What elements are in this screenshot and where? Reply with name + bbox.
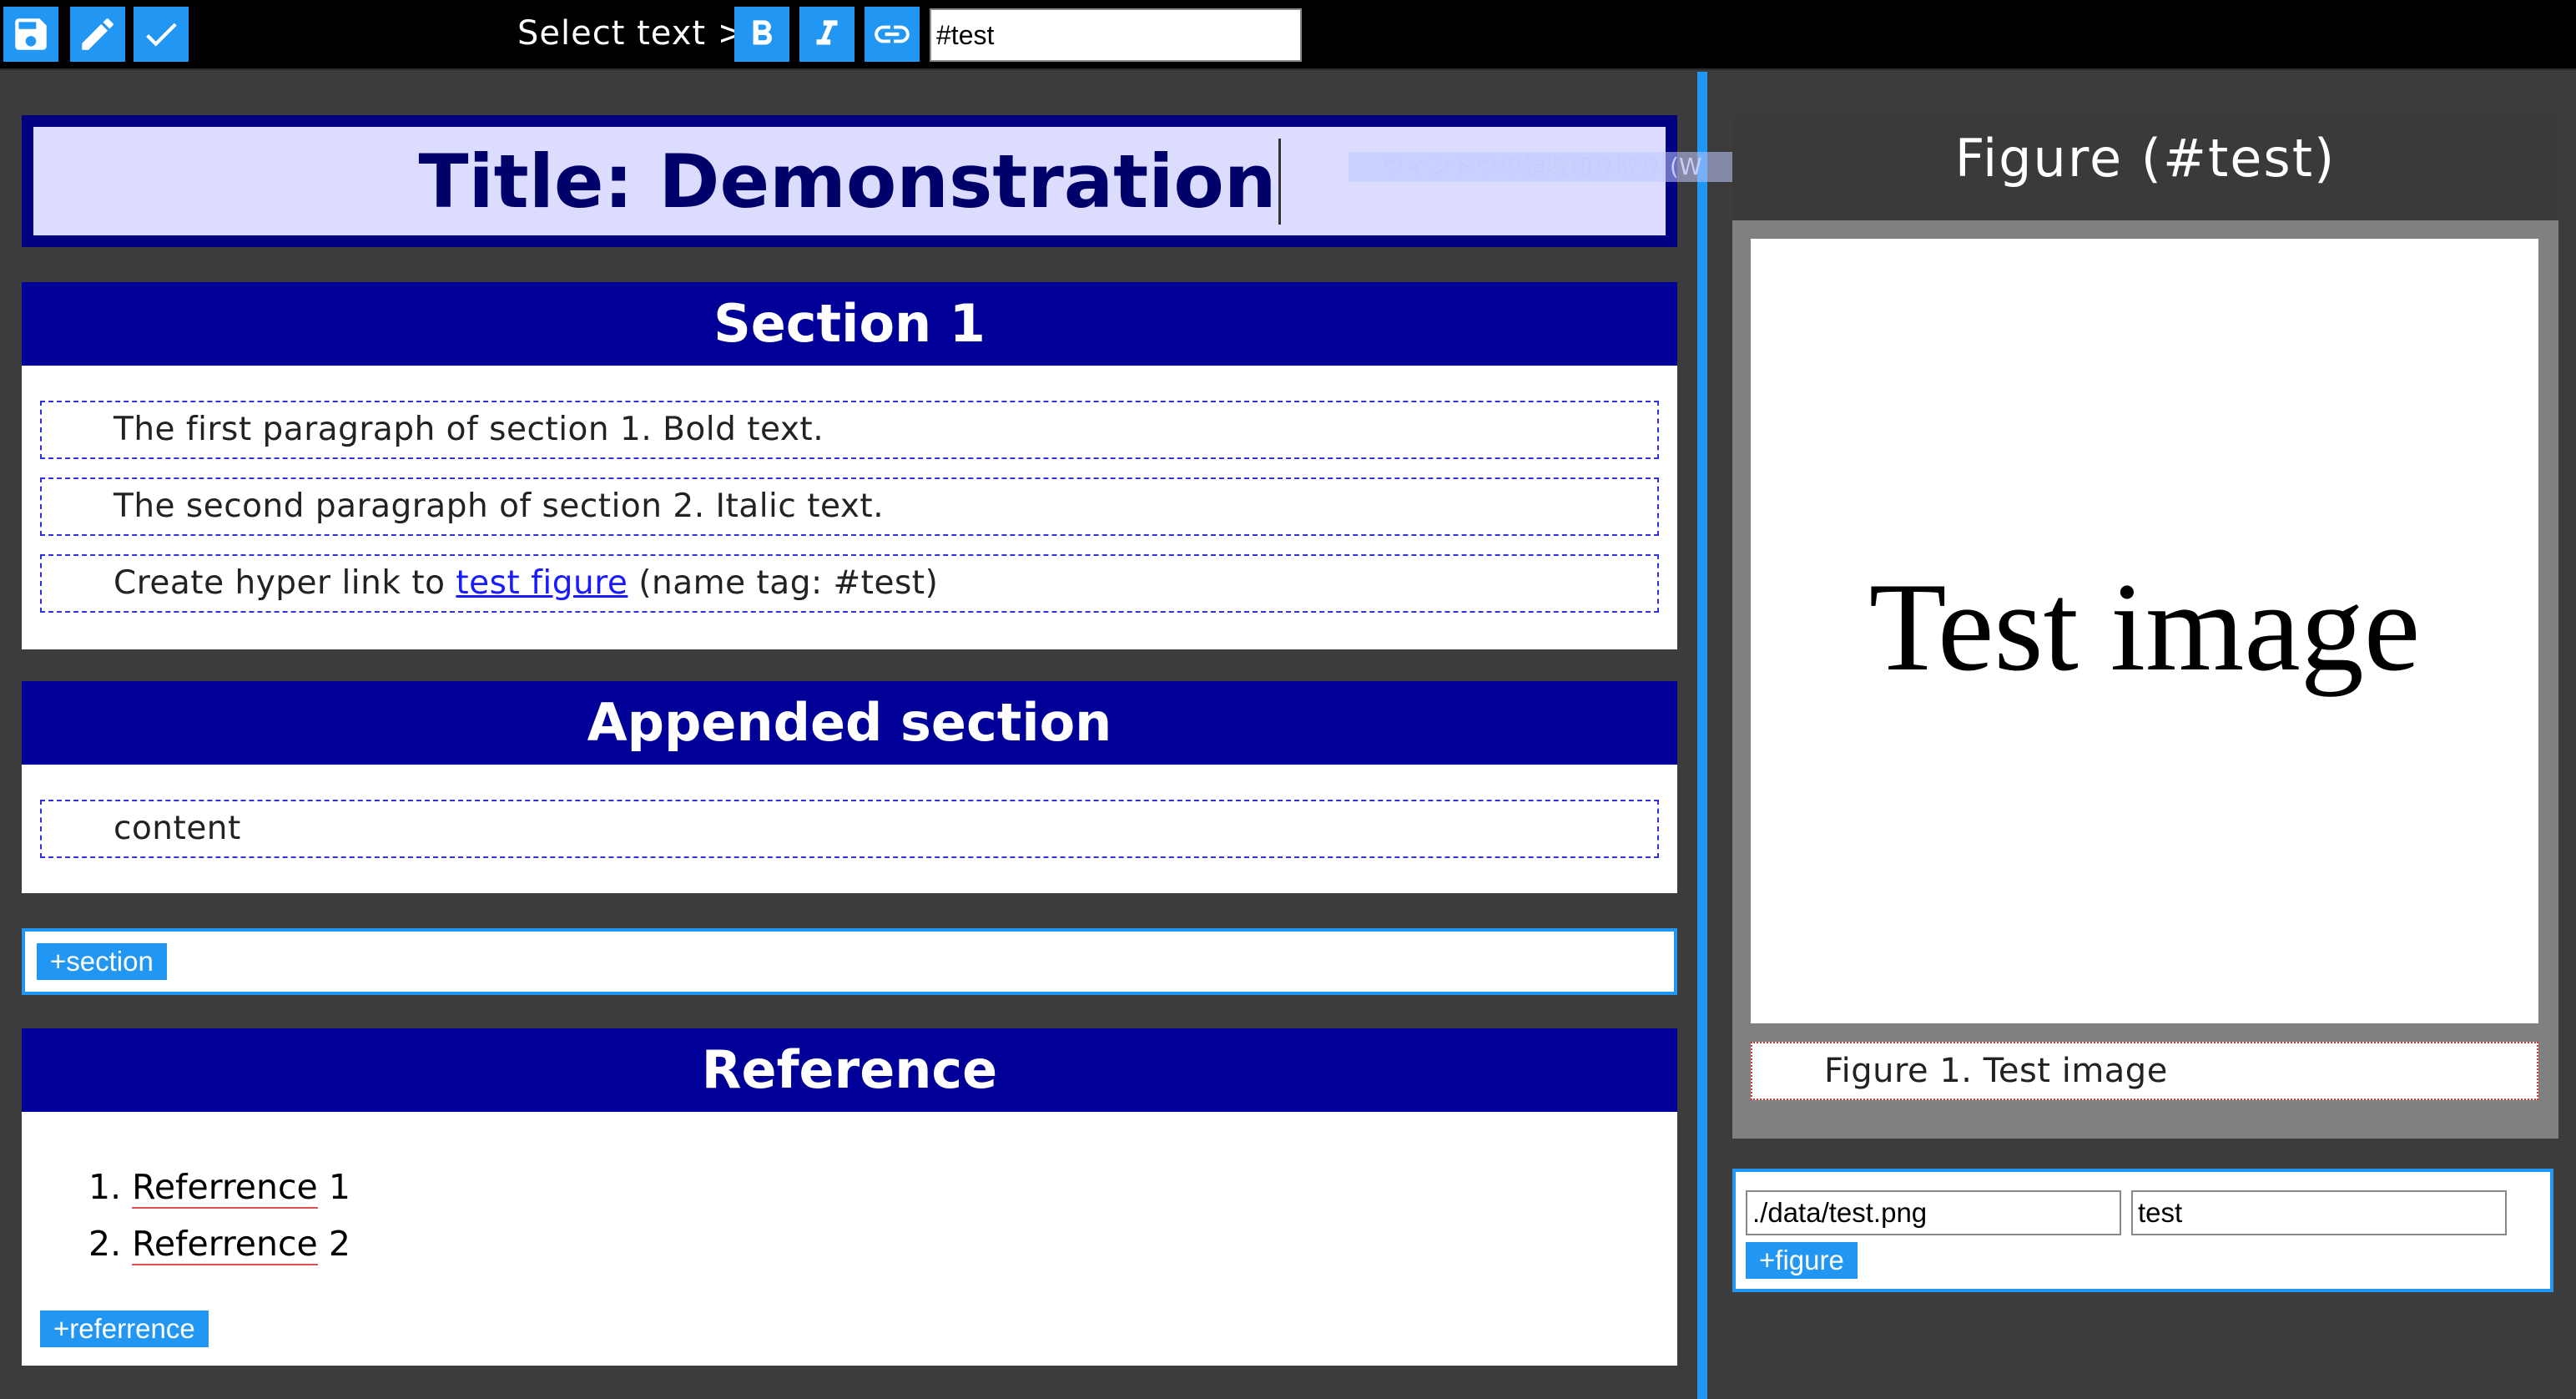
- add-reference-button[interactable]: +referrence: [40, 1311, 209, 1347]
- title-area[interactable]: Title: Demonstration ウィンドウの領域切り取り (W: [33, 127, 1766, 235]
- edit-button[interactable]: [70, 7, 125, 62]
- test-figure-link[interactable]: test figure: [456, 564, 628, 602]
- reference-item[interactable]: 1. Referrence 1: [88, 1167, 350, 1209]
- figure-path-input[interactable]: [1746, 1190, 2121, 1235]
- reference-suffix: 1: [317, 1167, 350, 1207]
- add-figure-form: +figure: [1732, 1169, 2553, 1292]
- reference-heading[interactable]: Reference: [22, 1028, 1677, 1112]
- save-icon: [15, 18, 47, 50]
- paragraph[interactable]: Create hyper link to test figure (name t…: [40, 554, 1659, 613]
- reference-item[interactable]: 2. Referrence 2: [88, 1224, 350, 1265]
- tag-input[interactable]: [930, 8, 1302, 62]
- figure-image[interactable]: Test image: [1751, 239, 2538, 1023]
- select-text-label: Select text >: [517, 14, 747, 53]
- reference-name: Referrence: [132, 1224, 318, 1265]
- reference-body: 1. Referrence 1 2. Referrence 2 +referre…: [22, 1112, 1677, 1366]
- add-section-button[interactable]: +section: [37, 943, 167, 980]
- reference-number: 2.: [88, 1224, 122, 1264]
- paragraph[interactable]: The second paragraph of section 2. Itali…: [40, 477, 1659, 536]
- link-button[interactable]: [865, 7, 920, 62]
- title-box: Title: Demonstration ウィンドウの領域切り取り (W: [22, 115, 1766, 247]
- page-title[interactable]: Title: Demonstration: [418, 138, 1281, 225]
- pencil-icon: [82, 18, 113, 50]
- reference-suffix: 2: [317, 1224, 350, 1264]
- section-body: The first paragraph of section 1. Bold t…: [22, 366, 1677, 649]
- check-icon: [146, 23, 177, 47]
- italic-button[interactable]: [799, 7, 854, 62]
- paragraph[interactable]: content: [40, 800, 1659, 858]
- paragraph-text: Create hyper link to: [113, 564, 456, 602]
- save-button[interactable]: [3, 7, 58, 62]
- toolbar: Select text >: [0, 0, 2576, 70]
- paragraph[interactable]: The first paragraph of section 1. Bold t…: [40, 401, 1659, 459]
- confirm-button[interactable]: [134, 7, 189, 62]
- figure-image-text: Test image: [1868, 557, 2421, 697]
- section-body: content: [22, 765, 1677, 893]
- figure-name-input[interactable]: [2131, 1190, 2507, 1235]
- figure-title: Figure (#test): [1732, 115, 2558, 220]
- reference-name: Referrence: [132, 1167, 318, 1209]
- section-heading[interactable]: Appended section: [22, 681, 1677, 765]
- bold-button[interactable]: [734, 7, 789, 62]
- panel-splitter[interactable]: [1697, 72, 1707, 1399]
- section-heading[interactable]: Section 1: [22, 282, 1677, 366]
- reference-number: 1.: [88, 1167, 122, 1207]
- screenshot-tooltip: ウィンドウの領域切り取り (W: [1348, 152, 1766, 182]
- figure-caption[interactable]: Figure 1. Test image: [1751, 1042, 2538, 1100]
- add-section-bar: +section: [22, 928, 1677, 995]
- link-icon: [875, 25, 910, 43]
- bold-icon: [753, 20, 772, 45]
- italic-icon: [816, 20, 838, 45]
- figure-panel: Figure (#test) Test image Figure 1. Test…: [1732, 115, 2558, 1139]
- add-figure-button[interactable]: +figure: [1746, 1242, 1858, 1279]
- paragraph-text: (name tag: #test): [628, 564, 939, 602]
